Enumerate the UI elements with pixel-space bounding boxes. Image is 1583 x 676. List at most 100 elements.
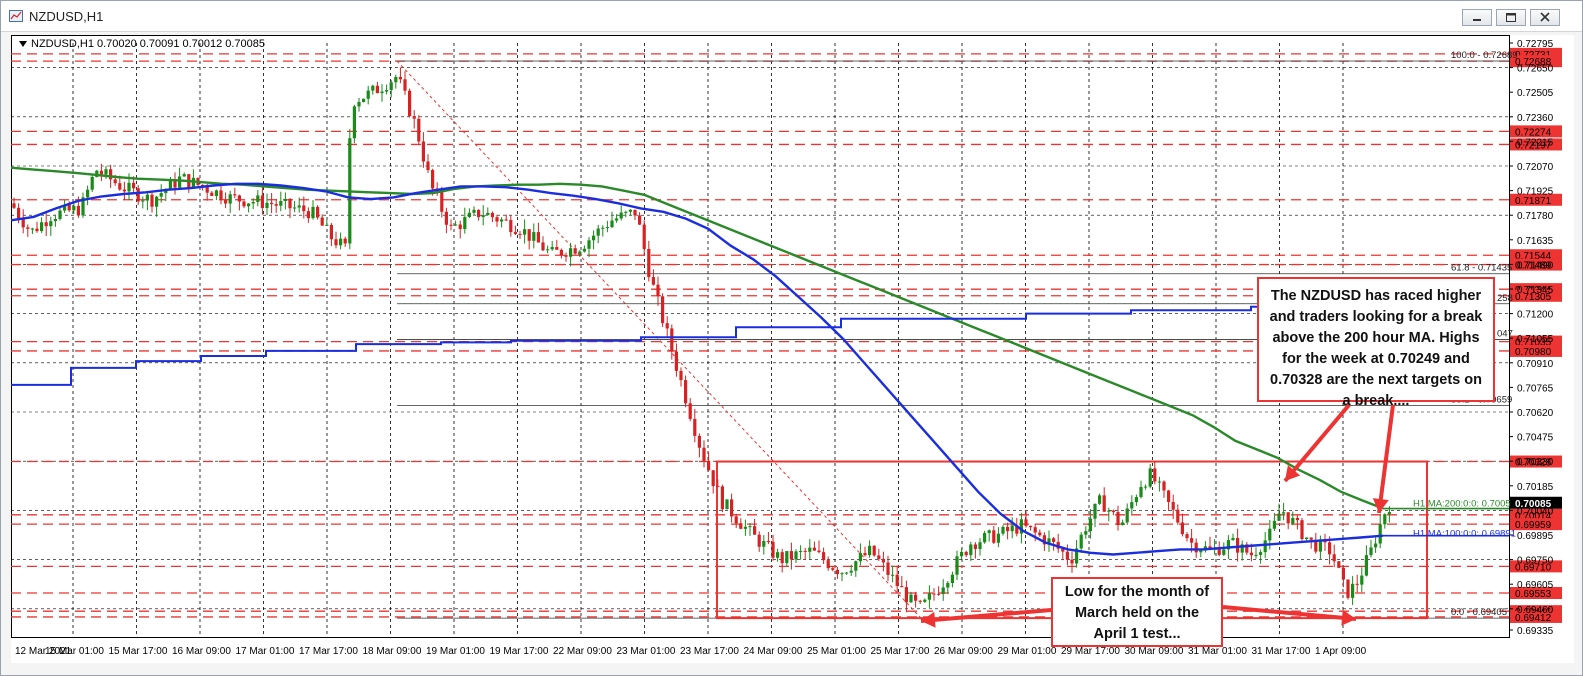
price-tick-label: 0.70475 [1517, 433, 1554, 444]
candle-body [1180, 522, 1184, 535]
price-tick-label: 0.72215 [1517, 137, 1554, 148]
candle-body [794, 551, 798, 560]
title-bar[interactable]: NZDUSD,H1 [1, 1, 1582, 32]
window-title: NZDUSD,H1 [29, 9, 104, 24]
candle-body [1084, 531, 1088, 535]
candle-body [375, 85, 379, 94]
candle-body [647, 248, 651, 278]
candle-body [730, 499, 734, 517]
level-tag-label: 0.69959 [1515, 520, 1552, 531]
fibo-label: 0.0 - 0.69405 [1451, 607, 1507, 618]
candle-body [444, 211, 448, 225]
candle-body [205, 186, 209, 193]
candle-body [398, 76, 402, 80]
candle-body [803, 550, 807, 552]
candle-body [1222, 549, 1226, 555]
time-tick-label: 18 Mar 09:00 [363, 646, 422, 657]
candle-body [228, 194, 232, 204]
candle-body [610, 220, 614, 228]
candle-body [716, 485, 720, 487]
candle-body [904, 587, 908, 603]
open-value: 0.70020 [96, 38, 137, 50]
time-tick-label: 29 Mar 17:00 [1061, 646, 1120, 657]
candle-body [1102, 495, 1106, 512]
candle-body [297, 205, 301, 208]
candle-body [426, 161, 430, 171]
candle-body [477, 209, 481, 218]
candle-body [812, 547, 816, 551]
candle-body [30, 228, 34, 230]
low-value: 0.70012 [182, 38, 223, 50]
candle-body [725, 499, 729, 510]
candle-body [1199, 550, 1203, 553]
candle-body [150, 194, 154, 207]
candle-body [1162, 481, 1166, 491]
candle-body [486, 212, 490, 216]
price-tick-label: 0.70185 [1517, 482, 1554, 493]
candle-body [1282, 512, 1286, 514]
candle-body [550, 247, 554, 250]
maximize-button[interactable] [1496, 9, 1526, 26]
candle-body [1346, 579, 1350, 598]
candle-body [679, 370, 683, 381]
candle-body [808, 547, 812, 552]
candle-body [518, 233, 522, 235]
ma200-label: H1 MA:200:0:0: 0.70051 [1413, 499, 1516, 510]
candle-body [670, 328, 674, 352]
candle-body [900, 586, 904, 588]
candle-body [1387, 512, 1391, 515]
candle-body [1024, 519, 1028, 526]
time-tick-label: 22 Mar 09:00 [553, 646, 612, 657]
price-tick-label: 0.71490 [1517, 260, 1554, 271]
price-tick-label: 0.72505 [1517, 88, 1554, 99]
candle-body [992, 530, 996, 543]
ohlc-header[interactable]: NZDUSD,H1 0.70020 0.70091 0.70012 0.70085 [19, 38, 268, 50]
candle-body [1249, 552, 1253, 556]
candle-body [1167, 490, 1171, 502]
candle-body [1157, 481, 1161, 483]
candle-body [247, 203, 251, 207]
candle-body [366, 90, 370, 99]
candle-body [155, 196, 159, 207]
candle-body [417, 118, 421, 142]
candle-body [288, 198, 292, 209]
candle-body [58, 210, 62, 219]
annotation-callout-low: Low for the month of March held on the A… [1051, 577, 1223, 647]
candle-body [766, 541, 770, 543]
price-tick-label: 0.71925 [1517, 187, 1554, 198]
candle-body [306, 211, 310, 219]
candle-body [311, 206, 315, 219]
candle-body [573, 248, 577, 254]
minimize-button[interactable] [1462, 9, 1492, 26]
candle-body [1190, 538, 1194, 543]
time-tick-label: 26 Mar 09:00 [934, 646, 993, 657]
candle-body [320, 217, 324, 226]
candle-body [233, 194, 237, 196]
candle-body [858, 553, 862, 562]
candle-body [40, 222, 44, 232]
candle-body [421, 141, 425, 162]
candle-body [633, 209, 637, 216]
candle-body [1079, 534, 1083, 549]
price-tick-label: 0.71345 [1517, 285, 1554, 296]
time-tick-label: 25 Mar 17:00 [871, 646, 930, 657]
candle-body [99, 170, 103, 175]
candle-body [1341, 567, 1345, 580]
candle-body [219, 190, 223, 201]
candle-body [35, 228, 39, 232]
candle-body [389, 82, 393, 91]
close-button[interactable] [1530, 9, 1560, 26]
candle-body [500, 219, 504, 222]
time-tick-label: 17 Mar 01:00 [236, 646, 295, 657]
candle-body [329, 224, 333, 240]
price-tick-label: 0.70330 [1517, 457, 1554, 468]
candle-body [849, 570, 853, 573]
candle-body [1010, 525, 1014, 532]
candle-body [339, 238, 343, 246]
candle-body [76, 205, 80, 216]
candle-body [541, 242, 545, 251]
candle-body [1006, 526, 1010, 532]
price-tick-label: 0.70765 [1517, 383, 1554, 394]
candle-body [362, 98, 366, 102]
candle-body [1259, 552, 1263, 555]
